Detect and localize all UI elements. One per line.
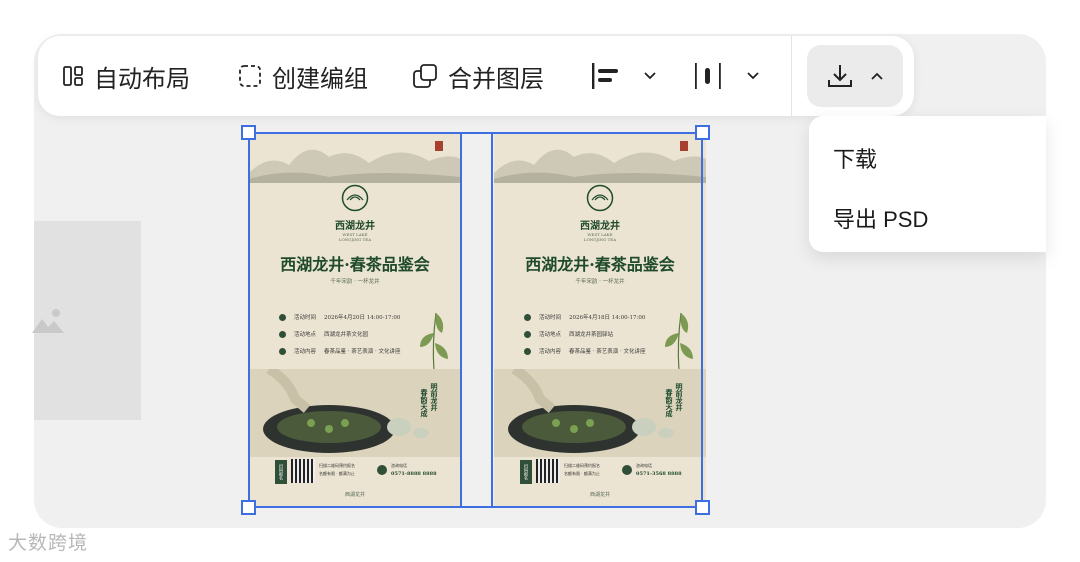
- brand-name: 西湖龙井: [580, 221, 620, 232]
- watermark: 大数跨境: [8, 532, 89, 554]
- merge-layers-button[interactable]: 合并图层: [412, 36, 544, 116]
- info-row-time: 活动时间 2026年4月18日 14:00-17:00: [524, 313, 645, 321]
- poster-headline: 西湖龙井·春茶品鉴会: [280, 255, 430, 274]
- info-row-time: 活动时间 2026年4月20日 14:00-17:00: [279, 313, 400, 321]
- resize-handle-bottom-right[interactable]: [695, 500, 710, 515]
- resize-handle-top-right[interactable]: [695, 125, 710, 140]
- tea-leaf-illustration: [420, 312, 448, 372]
- brand-logo: [341, 184, 369, 212]
- vertical-text-2: 春韵天成: [665, 389, 674, 417]
- resize-handle-top-left[interactable]: [241, 125, 256, 140]
- mountain-illustration: [249, 141, 461, 183]
- vertical-text-2: 春韵天成: [420, 389, 429, 417]
- auto-layout-button[interactable]: 自动布局: [62, 36, 190, 116]
- phone-label: 咨询电话: [391, 463, 407, 468]
- poster-tagline: 千年宋韵 · 一杯龙井: [330, 279, 380, 285]
- image-placeholder[interactable]: [32, 221, 141, 420]
- footer-brand: 西湖龙井: [589, 492, 610, 498]
- auto-layout-label: 自动布局: [94, 65, 190, 93]
- phone-number: 0571-3568 8888: [636, 471, 682, 477]
- phone-label: 咨询电话: [636, 463, 652, 468]
- phone-number: 0571-8888 8888: [391, 471, 437, 477]
- distribute-icon: [695, 63, 721, 89]
- poster-headline: 西湖龙井·春茶品鉴会: [525, 255, 675, 274]
- info-row-place: 活动地点 西湖龙井茶园驿站: [524, 330, 613, 338]
- align-dropdown[interactable]: [591, 36, 657, 116]
- vertical-text-1: 明前龙井: [675, 383, 684, 411]
- poster-2[interactable]: 西湖龙井 WEST LAKE LONGJING TEA 西湖龙井·春茶品鉴会 千…: [494, 133, 706, 507]
- info-row-place: 活动地点 西湖龙井茶文化园: [279, 330, 368, 338]
- tea-leaf-illustration: [665, 312, 693, 372]
- phone-icon: [622, 465, 632, 475]
- selection-divider-left: [460, 132, 462, 508]
- footer-brand: 西湖龙井: [344, 492, 365, 498]
- menu-item-download[interactable]: 下载: [833, 142, 877, 174]
- menu-item-export-psd[interactable]: 导出 PSD: [833, 202, 928, 234]
- qr-code: [536, 459, 560, 483]
- download-icon: [828, 65, 852, 87]
- image-icon: [32, 309, 64, 333]
- phone-icon: [377, 465, 387, 475]
- brand-en-line-2: LONGJING TEA: [583, 237, 617, 242]
- download-menu: 下载 导出 PSD: [809, 116, 1046, 252]
- resize-handle-bottom-left[interactable]: [241, 500, 256, 515]
- chevron-down-icon: [747, 72, 759, 80]
- poster-tagline: 千年宋韵 · 一杯龙井: [575, 279, 625, 285]
- floating-toolbar: 自动布局 创建编组 合并图层: [38, 36, 914, 116]
- download-dropdown-button[interactable]: [807, 45, 903, 107]
- mountain-illustration: [494, 141, 706, 183]
- qr-text-1: 扫描二维码预约报名: [319, 463, 355, 468]
- poster-1[interactable]: 西湖龙井 WEST LAKE LONGJING TEA 西湖龙井·春茶品鉴会 千…: [249, 133, 461, 507]
- create-group-label: 创建编组: [272, 65, 368, 93]
- distribute-dropdown[interactable]: [694, 36, 760, 116]
- info-row-content: 活动内容 春茶品鉴 · 茶艺表演 · 文化讲座: [279, 347, 401, 355]
- selection-divider-right: [491, 132, 493, 508]
- scan-label: 扫码报名: [520, 460, 532, 484]
- align-left-icon: [592, 63, 618, 89]
- brand-logo: [586, 184, 614, 212]
- qr-code: [291, 459, 315, 483]
- group-icon: [239, 65, 261, 87]
- chevron-up-icon: [871, 72, 883, 80]
- vertical-text-1: 明前龙井: [430, 383, 439, 411]
- chevron-down-icon: [644, 72, 656, 80]
- qr-text-2: 名额有限 · 额满为止: [319, 471, 355, 476]
- auto-layout-icon: [63, 66, 83, 86]
- create-group-button[interactable]: 创建编组: [238, 36, 368, 116]
- merge-layers-icon: [413, 64, 437, 88]
- scan-label: 扫码报名: [275, 460, 287, 484]
- qr-text-2: 名额有限 · 额满为止: [564, 471, 600, 476]
- toolbar-divider: [791, 36, 792, 116]
- brand-en-line-2: LONGJING TEA: [338, 237, 372, 242]
- info-row-content: 活动内容 春茶品鉴 · 茶艺表演 · 文化讲座: [524, 347, 646, 355]
- merge-layers-label: 合并图层: [448, 65, 544, 93]
- qr-text-1: 扫描二维码预约报名: [564, 463, 600, 468]
- brand-name: 西湖龙井: [335, 221, 375, 232]
